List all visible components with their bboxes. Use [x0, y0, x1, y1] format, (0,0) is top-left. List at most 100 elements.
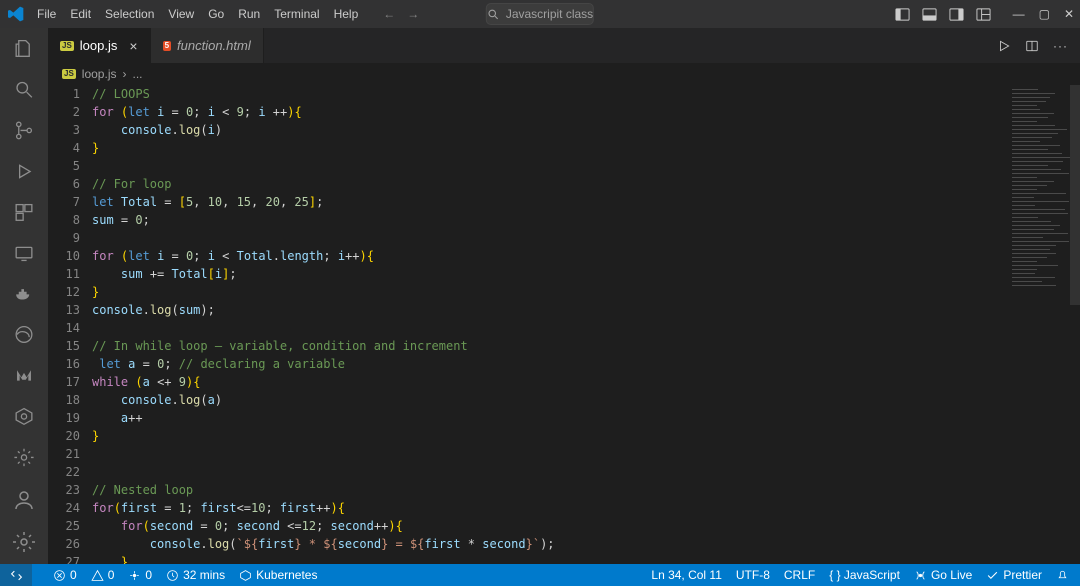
- breadcrumb[interactable]: JS loop.js › ...: [48, 63, 1080, 85]
- code-line[interactable]: for (let i = 0; i < Total.length; i++){: [92, 247, 1008, 265]
- scrollbar-thumb[interactable]: [1070, 85, 1080, 305]
- tabs-bar: JSloop.js×5function.html ···: [48, 28, 1080, 63]
- code-line[interactable]: console.log(`${first} * ${second} = ${fi…: [92, 535, 1008, 553]
- code-line[interactable]: let a = 0; // declaring a variable: [92, 355, 1008, 373]
- line-number: 10: [48, 247, 80, 265]
- kubernetes-icon[interactable]: [12, 406, 36, 427]
- code-line[interactable]: [92, 229, 1008, 247]
- source-control-icon[interactable]: [12, 120, 36, 141]
- run-file-icon[interactable]: [997, 39, 1011, 53]
- docker-icon[interactable]: [12, 283, 36, 304]
- code-line[interactable]: console.log(i): [92, 121, 1008, 139]
- tab-loop-js[interactable]: JSloop.js×: [48, 28, 151, 63]
- search-icon[interactable]: [12, 79, 36, 100]
- code-line[interactable]: [92, 463, 1008, 481]
- line-number: 6: [48, 175, 80, 193]
- status-text: UTF-8: [736, 568, 770, 582]
- menu-edit[interactable]: Edit: [63, 3, 98, 25]
- layout-right-icon[interactable]: [949, 7, 964, 22]
- code-line[interactable]: [92, 319, 1008, 337]
- code-line[interactable]: }: [92, 553, 1008, 564]
- status-clock[interactable]: 32 mins: [159, 568, 232, 582]
- layout-bottom-icon[interactable]: [922, 7, 937, 22]
- code-line[interactable]: while (a <+ 9){: [92, 373, 1008, 391]
- line-number: 16: [48, 355, 80, 373]
- code-line[interactable]: // LOOPS: [92, 85, 1008, 103]
- code-line[interactable]: [92, 157, 1008, 175]
- nav-forward-icon[interactable]: →: [407, 7, 419, 21]
- search-placeholder: Javascripit class: [506, 7, 593, 21]
- menu-bar: FileEditSelectionViewGoRunTerminalHelp: [30, 3, 365, 25]
- code-line[interactable]: // In while loop – variable, condition a…: [92, 337, 1008, 355]
- account-icon[interactable]: [12, 488, 36, 512]
- menu-help[interactable]: Help: [327, 3, 366, 25]
- window-close-icon[interactable]: ✕: [1064, 7, 1074, 21]
- explorer-icon[interactable]: [12, 38, 36, 59]
- code-line[interactable]: let Total = [5, 10, 15, 20, 25];: [92, 193, 1008, 211]
- code-line[interactable]: for(second = 0; second <=12; second++){: [92, 517, 1008, 535]
- status-utf-8[interactable]: UTF-8: [729, 568, 777, 582]
- tab-function-html[interactable]: 5function.html: [151, 28, 264, 63]
- status-error[interactable]: 0: [46, 568, 84, 582]
- m-icon[interactable]: [12, 365, 36, 386]
- line-number: 17: [48, 373, 80, 391]
- edge-icon[interactable]: [12, 324, 36, 345]
- remote-explorer-icon[interactable]: [12, 243, 36, 264]
- code-line[interactable]: sum += Total[i];: [92, 265, 1008, 283]
- status-prettier[interactable]: Prettier: [979, 568, 1049, 582]
- title-bar: FileEditSelectionViewGoRunTerminalHelp ←…: [0, 0, 1080, 28]
- close-tab-icon[interactable]: ×: [129, 38, 137, 54]
- tab-label: function.html: [177, 38, 251, 53]
- menu-view[interactable]: View: [161, 3, 201, 25]
- line-number: 22: [48, 463, 80, 481]
- code-line[interactable]: console.log(sum);: [92, 301, 1008, 319]
- nav-back-icon[interactable]: ←: [383, 7, 395, 21]
- line-numbers-gutter: 1234567891011121314151617181920212223242…: [48, 85, 92, 564]
- scrollbar-track[interactable]: [1066, 85, 1080, 564]
- status-go-live[interactable]: Go Live: [907, 568, 979, 582]
- line-number: 23: [48, 481, 80, 499]
- status--javascript[interactable]: { } JavaScript: [822, 568, 907, 582]
- status-warning[interactable]: 0: [84, 568, 122, 582]
- code-line[interactable]: // For loop: [92, 175, 1008, 193]
- code-line[interactable]: sum = 0;: [92, 211, 1008, 229]
- code-line[interactable]: for (let i = 0; i < 9; i ++){: [92, 103, 1008, 121]
- code-editor[interactable]: // LOOPSfor (let i = 0; i < 9; i ++){ co…: [92, 85, 1008, 564]
- code-line[interactable]: [92, 445, 1008, 463]
- menu-selection[interactable]: Selection: [98, 3, 161, 25]
- code-line[interactable]: }: [92, 427, 1008, 445]
- code-line[interactable]: }: [92, 139, 1008, 157]
- code-line[interactable]: }: [92, 283, 1008, 301]
- status-crlf[interactable]: CRLF: [777, 568, 822, 582]
- remote-indicator[interactable]: [0, 564, 32, 586]
- menu-terminal[interactable]: Terminal: [267, 3, 326, 25]
- layout-left-icon[interactable]: [895, 7, 910, 22]
- status-text: 0: [108, 568, 115, 582]
- status-ln-34-col-11[interactable]: Ln 34, Col 11: [644, 568, 729, 582]
- line-number: 9: [48, 229, 80, 247]
- gear-icon[interactable]: [12, 530, 36, 554]
- menu-file[interactable]: File: [30, 3, 63, 25]
- status-bell[interactable]: [1049, 568, 1080, 581]
- window-maximize-icon[interactable]: ▢: [1039, 7, 1050, 21]
- search-icon: [487, 8, 500, 21]
- js-file-icon: JS: [62, 69, 76, 79]
- window-minimize-icon[interactable]: —: [1013, 7, 1025, 21]
- code-line[interactable]: // Nested loop: [92, 481, 1008, 499]
- run-debug-icon[interactable]: [12, 161, 36, 182]
- layout-customize-icon[interactable]: [976, 7, 991, 22]
- code-line[interactable]: a++: [92, 409, 1008, 427]
- menu-go[interactable]: Go: [201, 3, 231, 25]
- status-ports[interactable]: 0: [121, 568, 159, 582]
- menu-run[interactable]: Run: [231, 3, 267, 25]
- settings-gear-side-icon[interactable]: [12, 447, 36, 468]
- code-line[interactable]: console.log(a): [92, 391, 1008, 409]
- status-text: Kubernetes: [256, 568, 317, 582]
- status-kube[interactable]: Kubernetes: [232, 568, 324, 582]
- extensions-icon[interactable]: [12, 202, 36, 223]
- more-actions-icon[interactable]: ···: [1053, 39, 1068, 53]
- code-line[interactable]: for(first = 1; first<=10; first++){: [92, 499, 1008, 517]
- split-editor-icon[interactable]: [1025, 39, 1039, 53]
- command-center-search[interactable]: Javascripit class: [486, 3, 594, 25]
- line-number: 25: [48, 517, 80, 535]
